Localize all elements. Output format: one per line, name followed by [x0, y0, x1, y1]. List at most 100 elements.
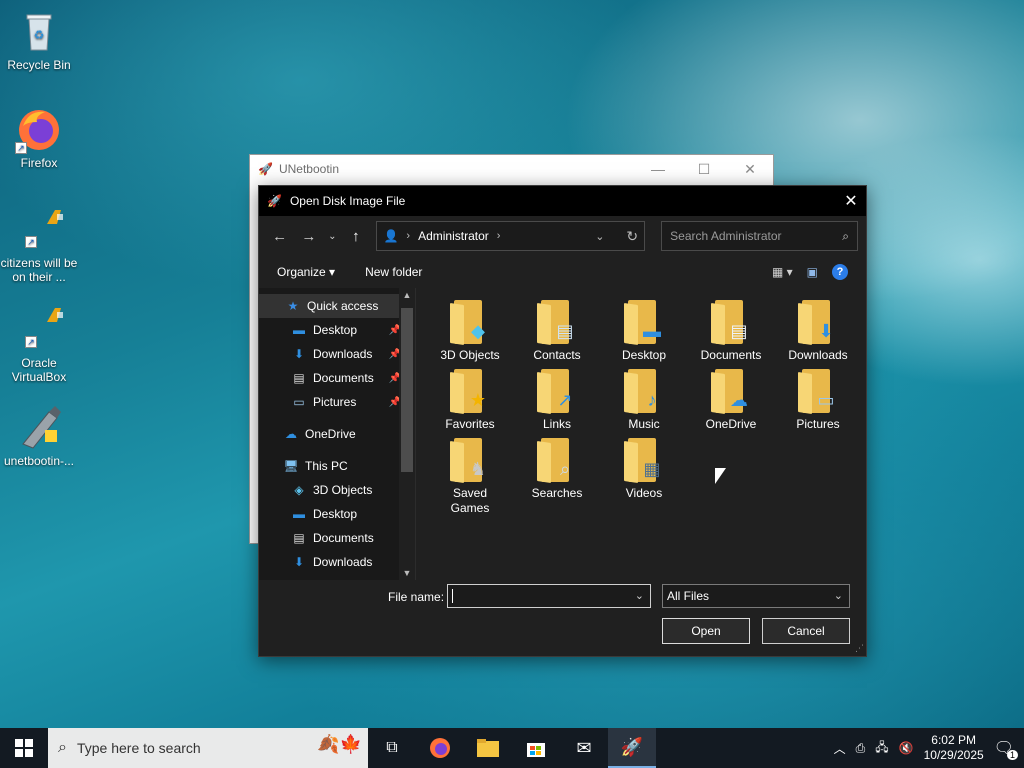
back-arrow-icon[interactable]: ← [267, 223, 292, 249]
taskbar-file-explorer-icon[interactable] [464, 728, 512, 768]
unetbootin-titlebar[interactable]: 🚀 UNetbootin — ☐ ✕ [250, 155, 773, 183]
nav-item-this-pc[interactable]: 🖥 This PC [259, 454, 415, 478]
unetbootin-icon [15, 404, 63, 452]
scroll-up-icon[interactable]: ▲ [399, 290, 415, 300]
nav-item-onedrive[interactable]: ☁ OneDrive [259, 422, 415, 446]
resize-grip-icon[interactable]: ⋰ [855, 643, 864, 654]
search-box[interactable]: Search Administrator ⌕ [661, 221, 859, 251]
nav-item-label: Downloads [313, 555, 373, 569]
dialog-footer: File name: ⌄ All Files ⌄ Open Cancel ⋰ [259, 580, 866, 656]
open-button[interactable]: Open [662, 618, 750, 644]
file-name-dropdown-icon[interactable]: ⌄ [635, 589, 644, 602]
search-icon[interactable]: ⌕ [842, 229, 849, 244]
camera-icon[interactable]: ⎙ [856, 741, 866, 756]
file-type-value: All Files [667, 589, 710, 603]
desktop-icon-firefox[interactable]: ↗ Firefox [0, 106, 78, 170]
taskbar-unetbootin-icon[interactable]: 🚀 [608, 728, 656, 768]
show-hidden-icons-chevron-icon[interactable]: ︿ [834, 740, 846, 757]
taskbar-store-icon[interactable] [512, 728, 560, 768]
folder-icon: ▤ [711, 300, 751, 345]
nav-item-documents-pinned[interactable]: ▤ Documents 📌 [259, 366, 415, 390]
desktop-icon-unetbootin[interactable]: unetbootin-... [0, 404, 78, 468]
nav-item-label: Desktop [313, 323, 358, 337]
open-file-dialog[interactable]: 🚀 Open Disk Image File ✕ ← → ⌄ ↑ 👤 › Adm… [258, 185, 867, 657]
recent-locations-chevron-icon[interactable]: ⌄ [326, 223, 340, 249]
close-button[interactable]: ✕ [727, 161, 773, 178]
folder-item-onedrive[interactable]: ☁ OneDrive [689, 369, 773, 432]
mouse-cursor-icon [715, 468, 726, 484]
desktop-icon: ▬ [293, 507, 305, 521]
folder-item-favorites[interactable]: ★ Favorites [428, 369, 512, 432]
scroll-down-icon[interactable]: ▼ [399, 568, 415, 578]
folder-label: Saved Games [450, 486, 490, 515]
forward-arrow-icon[interactable]: → [296, 223, 321, 249]
new-folder-button[interactable]: New folder [365, 265, 422, 279]
autumn-leaves-icon: 🍂🍁 [317, 734, 362, 754]
address-bar[interactable]: 👤 › Administrator › ⌄ ↻ [376, 221, 646, 251]
folder-item-videos[interactable]: ▦ Videos [602, 438, 686, 501]
taskbar-search-input[interactable]: Type here to search [77, 740, 201, 756]
folder-item-downloads[interactable]: ⬇ Downloads [776, 300, 860, 363]
help-icon[interactable]: ? [832, 264, 848, 280]
file-type-dropdown-icon[interactable]: ⌄ [834, 589, 843, 602]
cloud-icon: ☁ [285, 427, 297, 441]
folder-item-searches[interactable]: ⌕ Searches [515, 438, 599, 501]
taskbar-mail-icon[interactable]: ✉ [560, 728, 608, 768]
dialog-app-icon: 🚀 [267, 194, 282, 208]
task-view-icon[interactable]: ⧉ [368, 728, 416, 768]
minimize-button[interactable]: — [635, 161, 681, 178]
folder-item-saved-games[interactable]: ♞ Saved Games [428, 438, 512, 516]
folder-item-contacts[interactable]: ▤ Contacts [515, 300, 599, 363]
file-type-select[interactable]: All Files ⌄ [662, 584, 850, 608]
folder-item-desktop[interactable]: ▬ Desktop [602, 300, 686, 363]
dialog-titlebar[interactable]: 🚀 Open Disk Image File ✕ [259, 186, 866, 216]
magnifier-icon: ⌕ [559, 458, 571, 479]
folder-item-links[interactable]: ↗ Links [515, 369, 599, 432]
nav-item-downloads-pinned[interactable]: ⬇ Downloads 📌 [259, 342, 415, 366]
desktop-icon-virtualbox[interactable]: ↗ Oracle VirtualBox [0, 306, 78, 384]
maximize-button[interactable]: ☐ [681, 161, 727, 178]
up-arrow-icon[interactable]: ↑ [343, 223, 368, 249]
folder-label: Videos [625, 486, 663, 500]
address-dropdown-icon[interactable]: ⌄ [595, 230, 604, 243]
preview-pane-icon[interactable]: ▣ [807, 265, 818, 279]
scrollbar-thumb[interactable] [401, 308, 413, 472]
nav-item-pictures-pinned[interactable]: ▭ Pictures 📌 [259, 390, 415, 414]
nav-item-documents[interactable]: ▤ Documents [259, 526, 415, 550]
search-input[interactable]: Search Administrator [670, 229, 781, 243]
nav-item-desktop-pinned[interactable]: ▬ Desktop 📌 [259, 318, 415, 342]
start-button[interactable] [0, 728, 48, 768]
organize-menu-button[interactable]: Organize ▾ [277, 265, 335, 279]
nav-item-label: Pictures [313, 395, 357, 409]
file-name-label: File name: [388, 590, 445, 604]
nav-item-label: OneDrive [305, 427, 356, 441]
nav-item-3d-objects[interactable]: ◈ 3D Objects [259, 478, 415, 502]
nav-item-downloads[interactable]: ⬇ Downloads [259, 550, 415, 574]
file-name-input[interactable]: ⌄ [447, 584, 651, 608]
folder-item-3d-objects[interactable]: ◆ 3D Objects [428, 300, 512, 363]
breadcrumb-administrator[interactable]: Administrator [418, 229, 489, 243]
folder-item-pictures[interactable]: ▭ Pictures [776, 369, 860, 432]
nav-scrollbar[interactable]: ▲ ▼ [399, 288, 415, 580]
folder-icon: ▤ [537, 300, 577, 345]
network-icon[interactable]: 🖧 [875, 738, 888, 759]
landscape-icon: ▭ [817, 389, 835, 410]
clock[interactable]: 6:02 PM 10/29/2025 [924, 733, 984, 763]
desktop-icon-citizens[interactable]: ↗ citizens will be on their ... [0, 206, 78, 284]
refresh-icon[interactable]: ↻ [626, 228, 638, 245]
nav-item-quick-access[interactable]: ★ Quick access [259, 294, 415, 318]
desktop-icon-label: Firefox [20, 156, 58, 170]
taskbar-firefox-icon[interactable] [416, 728, 464, 768]
computer-icon: 🖥 [283, 459, 299, 473]
desktop-icon-recycle-bin[interactable]: ♻ Recycle Bin [0, 8, 78, 72]
folder-item-documents[interactable]: ▤ Documents [689, 300, 773, 363]
change-view-icon[interactable]: ▦ ▾ [772, 265, 793, 279]
dialog-close-button[interactable]: ✕ [836, 191, 866, 211]
notification-center-icon[interactable]: 🗨 1 [994, 738, 1018, 760]
cancel-button[interactable]: Cancel [762, 618, 850, 644]
nav-item-desktop[interactable]: ▬ Desktop [259, 502, 415, 526]
breadcrumb-separator-icon[interactable]: › [497, 230, 501, 242]
volume-muted-icon[interactable]: 🔇 [899, 741, 914, 755]
taskbar-search-box[interactable]: ⌕ Type here to search 🍂🍁 [48, 728, 368, 768]
folder-item-music[interactable]: ♪ Music [602, 369, 686, 432]
